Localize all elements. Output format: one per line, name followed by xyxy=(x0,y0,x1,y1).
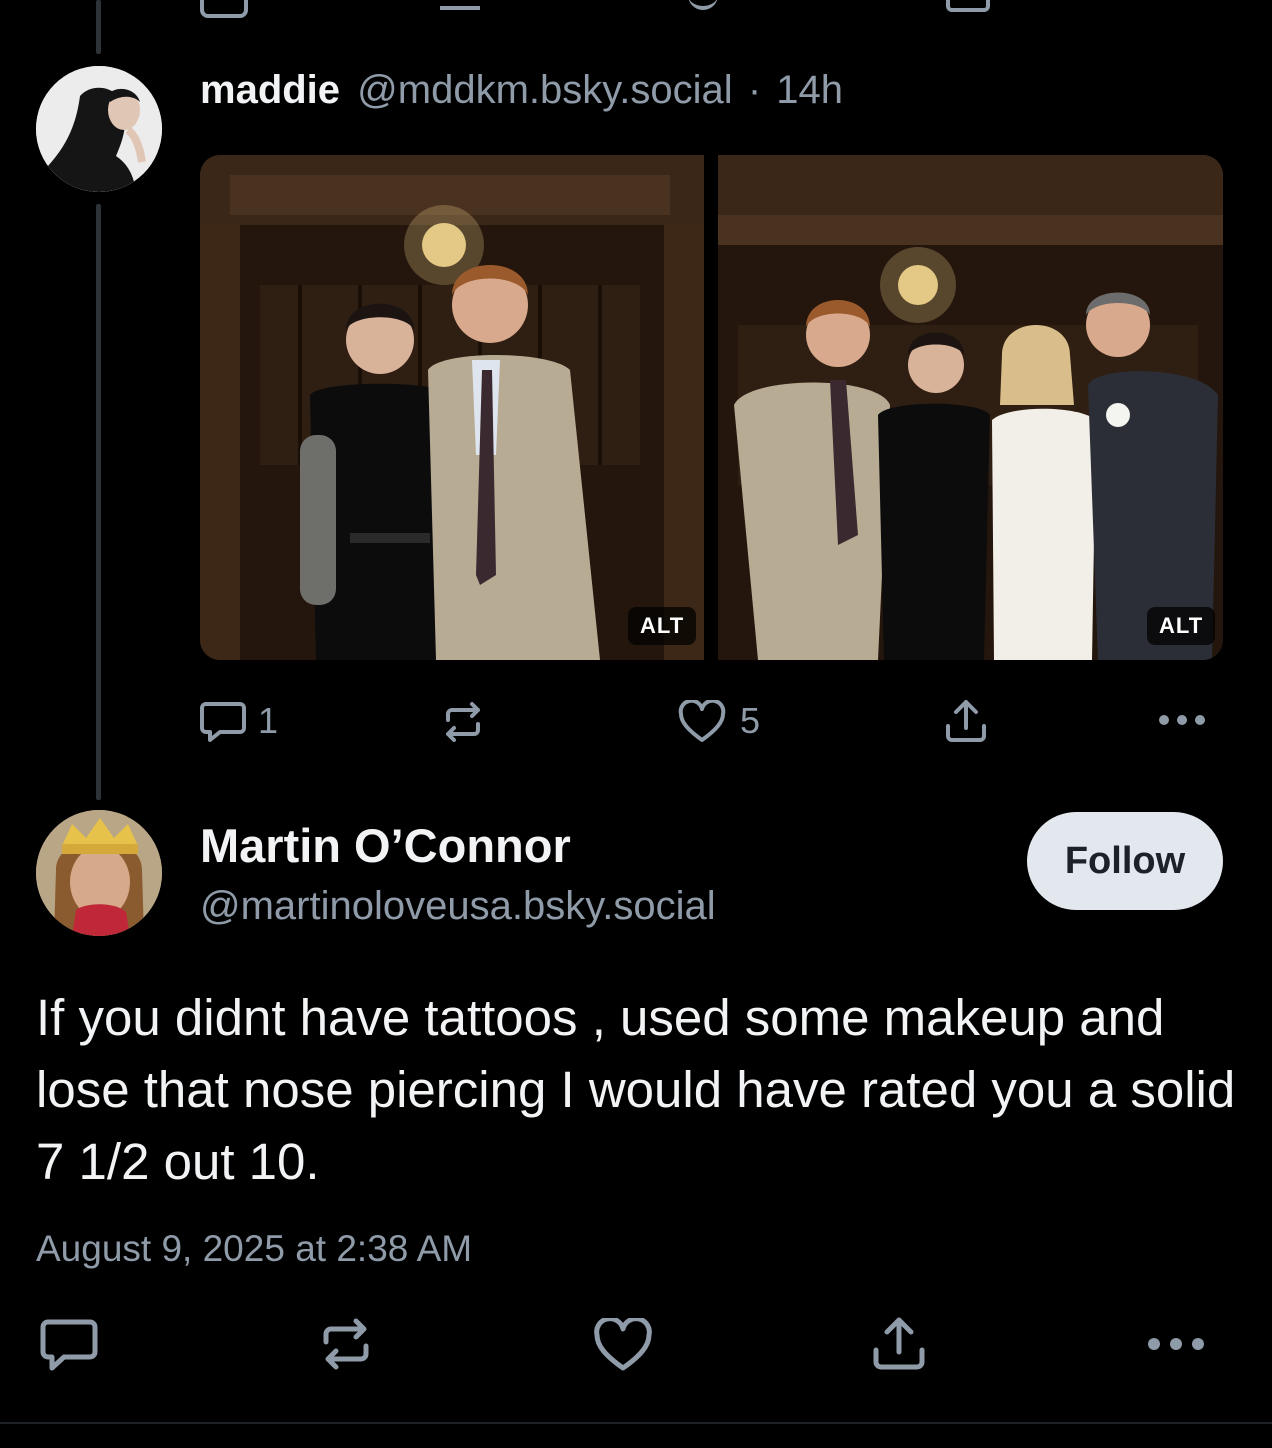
post-text: If you didnt have tattoos , used some ma… xyxy=(36,989,1236,1190)
photo-couple xyxy=(200,155,704,660)
photo-group xyxy=(718,155,1223,660)
separator: · xyxy=(747,68,762,112)
thread-line-top xyxy=(96,0,101,54)
post-image-2[interactable]: ALT xyxy=(718,155,1223,660)
repost-icon[interactable] xyxy=(440,0,480,10)
more-icon[interactable] xyxy=(1147,1336,1205,1352)
avatar-image xyxy=(36,66,162,192)
author-handle[interactable]: @martinoloveusa.bsky.social xyxy=(200,884,716,929)
reply-icon[interactable] xyxy=(200,700,246,744)
divider xyxy=(0,1422,1272,1424)
more-icon[interactable] xyxy=(1158,713,1206,727)
share-icon[interactable] xyxy=(944,698,988,744)
thread-line-middle xyxy=(96,204,101,800)
author-name[interactable]: maddie xyxy=(200,68,340,112)
repost-icon[interactable] xyxy=(318,1316,374,1372)
like-count: 5 xyxy=(740,700,761,741)
reply-count: 1 xyxy=(258,700,279,741)
reply-icon[interactable] xyxy=(40,1318,98,1372)
share-icon[interactable] xyxy=(872,1316,926,1372)
like-icon[interactable] xyxy=(688,0,718,10)
repost-icon[interactable] xyxy=(440,700,486,744)
post-header: maddie @mddkm.bsky.social · 14h xyxy=(200,68,843,113)
previous-post-actions xyxy=(0,0,1272,18)
post-image-1[interactable]: ALT xyxy=(200,155,704,660)
like-icon[interactable] xyxy=(678,700,726,744)
post-time[interactable]: 14h xyxy=(776,68,843,112)
author-handle[interactable]: @mddkm.bsky.social xyxy=(357,68,733,112)
avatar[interactable] xyxy=(36,66,162,192)
avatar-image xyxy=(36,810,162,936)
follow-button[interactable]: Follow xyxy=(1027,812,1223,910)
alt-badge[interactable]: ALT xyxy=(1147,607,1216,645)
avatar[interactable] xyxy=(36,810,162,936)
post-timestamp: August 9, 2025 at 2:38 AM xyxy=(36,1228,473,1269)
alt-badge[interactable]: ALT xyxy=(628,607,697,645)
author-name[interactable]: Martin O’Connor xyxy=(200,818,571,873)
share-icon[interactable] xyxy=(946,0,990,12)
reply-icon[interactable] xyxy=(200,0,248,18)
like-icon[interactable] xyxy=(594,1318,652,1372)
